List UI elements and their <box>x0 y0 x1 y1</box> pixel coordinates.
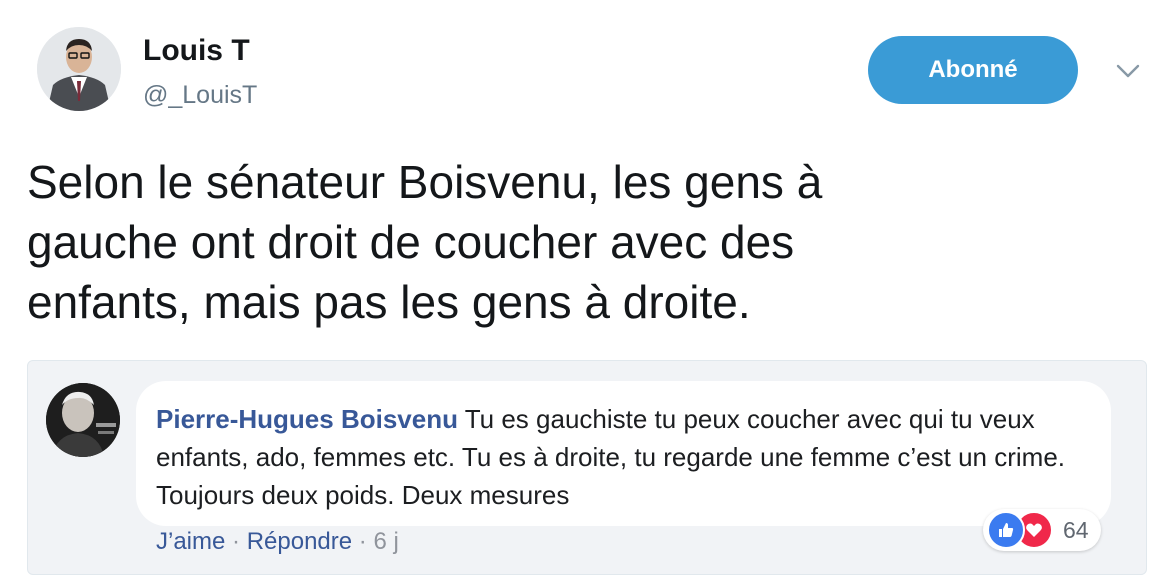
action-separator: · <box>225 528 247 555</box>
embedded-screenshot[interactable]: Pierre-Hugues Boisvenu Tu es gauchiste t… <box>27 360 1147 575</box>
avatar-photo-icon <box>37 27 121 111</box>
follow-button[interactable]: Abonné <box>868 36 1078 104</box>
reaction-count: 64 <box>1063 516 1089 543</box>
comment-text: Pierre-Hugues Boisvenu Tu es gauchiste t… <box>156 400 1096 514</box>
reactions-summary[interactable]: 64 <box>983 509 1101 551</box>
reply-link[interactable]: Répondre <box>247 528 352 555</box>
tweet-header: Louis T @_LouisT Abonné <box>0 0 1154 140</box>
author-avatar[interactable] <box>37 27 121 111</box>
commenter-photo-icon <box>46 383 120 457</box>
comment-author[interactable]: Pierre-Hugues Boisvenu <box>156 404 458 434</box>
like-link[interactable]: J’aime <box>156 528 225 555</box>
like-icon <box>987 511 1025 549</box>
comment-bubble: Pierre-Hugues Boisvenu Tu es gauchiste t… <box>136 381 1111 526</box>
commenter-avatar <box>46 383 120 457</box>
author-name[interactable]: Louis T <box>143 34 250 68</box>
action-separator: · <box>352 528 374 555</box>
chevron-down-icon[interactable] <box>1116 62 1140 80</box>
comment-time: 6 j <box>373 528 399 555</box>
tweet-text: Selon le sénateur Boisvenu, les gens à g… <box>27 156 823 328</box>
comment-actions: J’aime · Répondre · 6 j <box>156 527 399 557</box>
author-handle[interactable]: @_LouisT <box>143 80 257 110</box>
